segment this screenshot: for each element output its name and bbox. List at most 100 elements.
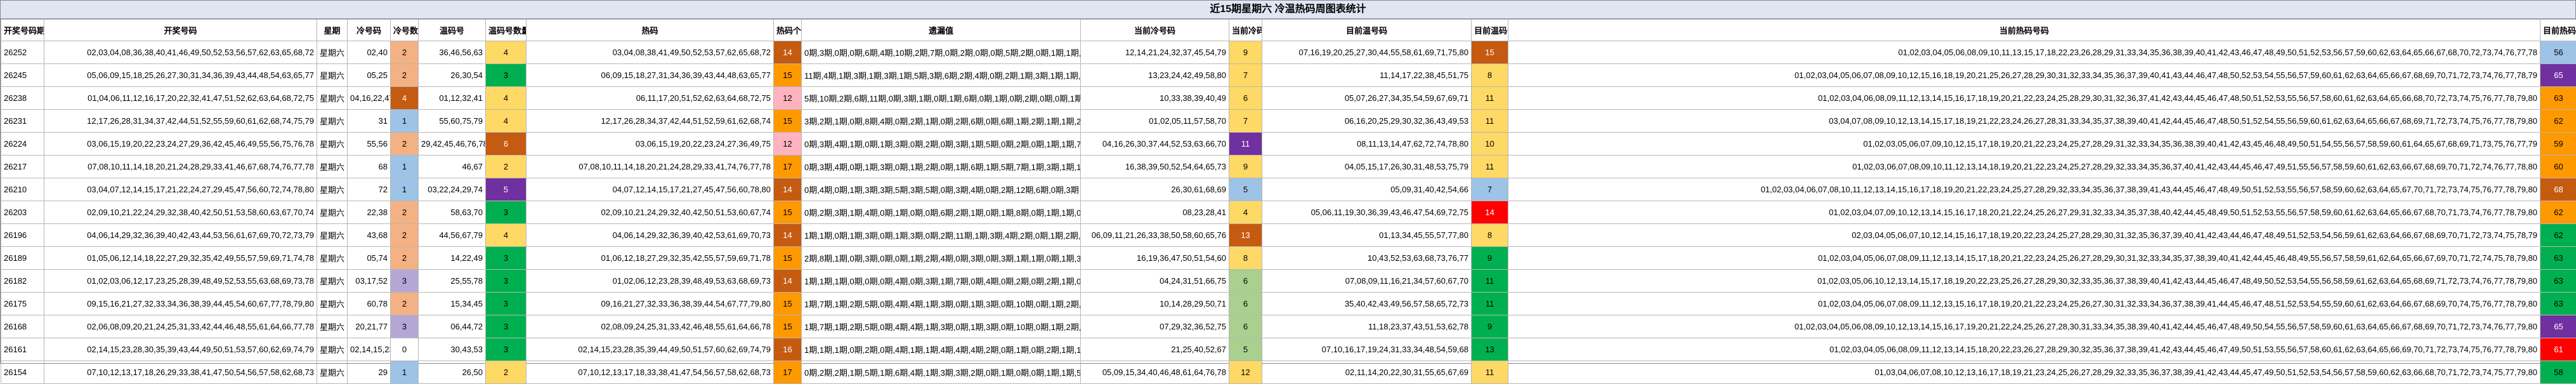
weekday-cell[interactable]: 星期六	[317, 224, 348, 247]
cold-numbers-cell[interactable]: 20,21,77	[348, 315, 391, 338]
warm-count-cell[interactable]: 4	[486, 41, 526, 64]
current-warm-cell[interactable]: 08,11,13,14,47,62,72,74,78,80	[1262, 133, 1472, 156]
current-cold-count-cell[interactable]: 9	[1229, 156, 1262, 178]
current-warm-count-cell[interactable]: 11	[1472, 361, 1508, 384]
weekday-cell[interactable]: 星期六	[317, 133, 348, 156]
draw-numbers-cell[interactable]: 01,02,03,06,12,17,23,25,28,39,48,49,52,5…	[44, 270, 317, 293]
weekday-cell[interactable]: 星期六	[317, 361, 348, 384]
draw-numbers-cell[interactable]: 01,05,06,12,14,18,22,27,29,32,35,42,49,5…	[44, 247, 317, 270]
hot-count-cell[interactable]: 15	[774, 110, 802, 133]
column-header[interactable]: 目前热码个数	[2540, 20, 2576, 41]
current-hot-cell[interactable]: 01,02,03,04,06,08,09,11,12,13,14,15,16,1…	[1508, 87, 2540, 110]
current-cold-count-cell[interactable]: 6	[1229, 315, 1262, 338]
current-cold-count-cell[interactable]: 8	[1229, 247, 1262, 270]
current-cold-cell[interactable]: 04,16,26,30,37,44,52,53,63,66,70	[1081, 133, 1229, 156]
current-hot-cell[interactable]: 01,02,03,04,05,06,08,09,10,12,13,14,15,1…	[1508, 315, 2540, 338]
issue-number-cell[interactable]: 26168	[1, 315, 44, 338]
warm-count-cell[interactable]: 3	[486, 315, 526, 338]
warm-count-cell[interactable]: 2	[486, 361, 526, 384]
warm-numbers-cell[interactable]: 01,12,32,41	[419, 87, 486, 110]
current-hot-cell[interactable]: 01,02,03,04,05,06,07,08,09,11,12,13,14,1…	[1508, 247, 2540, 270]
current-warm-count-cell[interactable]: 11	[1472, 110, 1508, 133]
hot-numbers-cell[interactable]: 06,11,17,20,51,52,62,63,64,68,72,75	[526, 87, 774, 110]
miss-values-cell[interactable]: 1期,7期,1期,2期,5期,0期,4期,4期,1期,3期,0期,1期,3期,0…	[802, 315, 1081, 338]
draw-numbers-cell[interactable]: 02,09,10,21,22,24,29,32,38,40,42,50,51,5…	[44, 201, 317, 224]
cold-numbers-cell[interactable]: 02,40	[348, 41, 391, 64]
column-header[interactable]: 冷号码	[348, 20, 391, 41]
current-hot-count-cell[interactable]: 63	[2540, 247, 2576, 270]
warm-count-cell[interactable]: 4	[486, 224, 526, 247]
warm-numbers-cell[interactable]: 46,67	[419, 156, 486, 178]
hot-numbers-cell[interactable]: 04,06,14,29,32,36,39,40,42,53,61,69,70,7…	[526, 224, 774, 247]
current-hot-cell[interactable]: 01,03,04,06,07,08,10,12,13,16,17,18,19,2…	[1508, 361, 2540, 384]
current-cold-count-cell[interactable]: 7	[1229, 110, 1262, 133]
cold-numbers-cell[interactable]: 60,78	[348, 293, 391, 315]
cold-numbers-cell[interactable]: 03,17,52	[348, 270, 391, 293]
column-header[interactable]: 温码号数量	[486, 20, 526, 41]
warm-numbers-cell[interactable]: 29,42,45,46,76,78	[419, 133, 486, 156]
current-warm-cell[interactable]: 05,07,26,27,34,35,54,59,67,69,71	[1262, 87, 1472, 110]
current-warm-cell[interactable]: 35,40,42,43,49,56,57,58,65,72,73	[1262, 293, 1472, 315]
current-hot-cell[interactable]: 01,02,03,04,05,06,08,09,10,11,13,15,17,1…	[1508, 41, 2540, 64]
current-hot-count-cell[interactable]: 62	[2540, 201, 2576, 224]
hot-numbers-cell[interactable]: 01,06,12,18,27,29,32,35,42,55,57,59,69,7…	[526, 247, 774, 270]
current-hot-cell[interactable]: 01,02,03,05,06,10,12,13,14,15,17,18,19,2…	[1508, 270, 2540, 293]
current-cold-cell[interactable]: 08,23,28,41	[1081, 201, 1229, 224]
hot-count-cell[interactable]: 12	[774, 133, 802, 156]
weekday-cell[interactable]: 星期六	[317, 315, 348, 338]
current-warm-cell[interactable]: 05,06,11,19,30,36,39,43,46,47,54,69,72,7…	[1262, 201, 1472, 224]
warm-count-cell[interactable]: 3	[486, 64, 526, 87]
cold-count-cell[interactable]: 0	[391, 338, 419, 361]
cold-numbers-cell[interactable]: 05,25	[348, 64, 391, 87]
miss-values-cell[interactable]: 5期,10期,2期,6期,11期,0期,3期,1期,0期,1期,6期,0期,1期…	[802, 87, 1081, 110]
hot-count-cell[interactable]: 16	[774, 338, 802, 361]
current-cold-count-cell[interactable]: 5	[1229, 178, 1262, 201]
current-warm-cell[interactable]: 01,13,34,45,55,57,77,80	[1262, 224, 1472, 247]
hot-numbers-cell[interactable]: 09,16,21,27,32,33,36,38,39,44,54,67,77,7…	[526, 293, 774, 315]
hot-count-cell[interactable]: 14	[774, 178, 802, 201]
current-hot-count-cell[interactable]: 59	[2540, 133, 2576, 156]
issue-number-cell[interactable]: 26245	[1, 64, 44, 87]
draw-numbers-cell[interactable]: 04,06,14,29,32,36,39,40,42,43,44,53,56,6…	[44, 224, 317, 247]
column-header[interactable]: 热码	[526, 20, 774, 41]
issue-number-cell[interactable]: 26224	[1, 133, 44, 156]
draw-numbers-cell[interactable]: 02,14,15,23,28,30,35,39,43,44,49,50,51,5…	[44, 338, 317, 361]
current-hot-count-cell[interactable]: 63	[2540, 87, 2576, 110]
hot-numbers-cell[interactable]: 02,08,09,24,25,31,33,42,46,48,55,61,64,6…	[526, 315, 774, 338]
current-cold-count-cell[interactable]: 6	[1229, 270, 1262, 293]
cold-numbers-cell[interactable]: 05,74	[348, 247, 391, 270]
warm-count-cell[interactable]: 3	[486, 293, 526, 315]
warm-numbers-cell[interactable]: 14,22,49	[419, 247, 486, 270]
current-hot-cell[interactable]: 01,02,03,04,07,09,10,12,13,14,15,16,17,1…	[1508, 201, 2540, 224]
warm-count-cell[interactable]: 3	[486, 338, 526, 361]
issue-number-cell[interactable]: 26252	[1, 41, 44, 64]
current-warm-count-cell[interactable]: 11	[1472, 270, 1508, 293]
hot-numbers-cell[interactable]: 02,14,15,23,28,35,39,44,49,50,51,57,60,6…	[526, 338, 774, 361]
current-cold-count-cell[interactable]: 5	[1229, 338, 1262, 361]
current-warm-count-cell[interactable]: 8	[1472, 64, 1508, 87]
current-cold-cell[interactable]: 10,14,28,29,50,71	[1081, 293, 1229, 315]
draw-numbers-cell[interactable]: 03,04,07,12,14,15,17,21,22,24,27,29,45,4…	[44, 178, 317, 201]
current-cold-cell[interactable]: 16,38,39,50,52,54,64,65,73	[1081, 156, 1229, 178]
current-cold-cell[interactable]: 10,33,38,39,40,49	[1081, 87, 1229, 110]
current-hot-count-cell[interactable]: 56	[2540, 41, 2576, 64]
draw-numbers-cell[interactable]: 03,06,15,19,20,22,23,24,27,29,36,42,45,4…	[44, 133, 317, 156]
cold-count-cell[interactable]: 3	[391, 270, 419, 293]
weekday-cell[interactable]: 星期六	[317, 247, 348, 270]
weekday-cell[interactable]: 星期六	[317, 87, 348, 110]
issue-number-cell[interactable]: 26210	[1, 178, 44, 201]
cold-count-cell[interactable]: 1	[391, 178, 419, 201]
hot-numbers-cell[interactable]: 01,02,06,12,23,28,39,48,49,53,63,68,69,7…	[526, 270, 774, 293]
hot-count-cell[interactable]: 14	[774, 41, 802, 64]
column-header[interactable]: 遗漏值	[802, 20, 1081, 41]
current-warm-count-cell[interactable]: 8	[1472, 224, 1508, 247]
current-warm-cell[interactable]: 11,14,17,22,38,45,51,75	[1262, 64, 1472, 87]
current-hot-count-cell[interactable]: 65	[2540, 64, 2576, 87]
draw-numbers-cell[interactable]: 01,04,06,11,12,16,17,20,22,32,41,47,51,5…	[44, 87, 317, 110]
cold-count-cell[interactable]: 4	[391, 87, 419, 110]
cold-count-cell[interactable]: 1	[391, 156, 419, 178]
column-header[interactable]: 热码个数	[774, 20, 802, 41]
miss-values-cell[interactable]: 0期,4期,0期,1期,3期,3期,5期,3期,5期,0期,3期,4期,0期,2…	[802, 178, 1081, 201]
hot-count-cell[interactable]: 14	[774, 270, 802, 293]
hot-count-cell[interactable]: 15	[774, 247, 802, 270]
